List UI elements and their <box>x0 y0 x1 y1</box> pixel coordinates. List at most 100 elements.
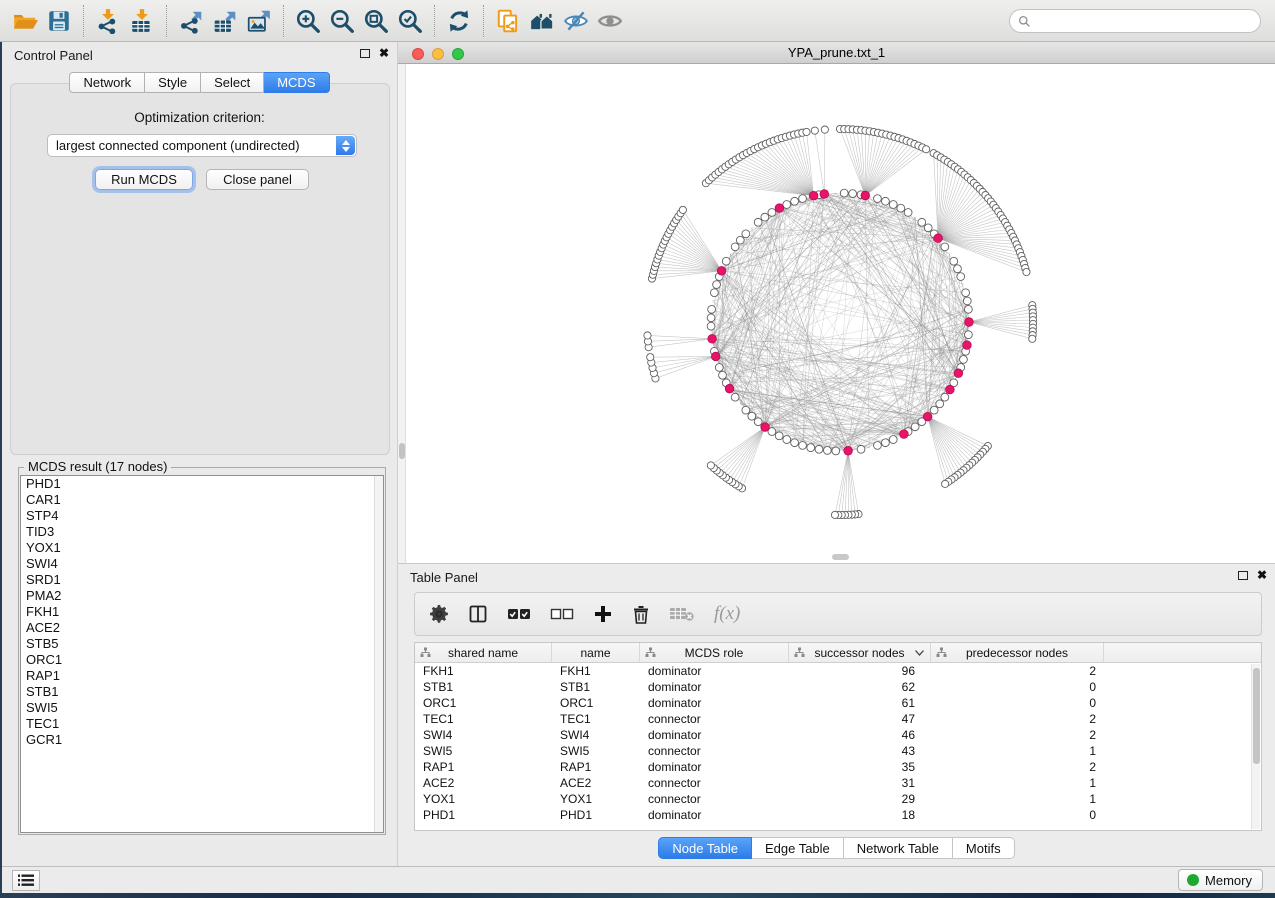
network-vertical-scroll-thumb[interactable] <box>399 443 405 459</box>
table-cell[interactable]: YOX1 <box>415 791 552 807</box>
table-cell[interactable]: PHD1 <box>552 807 640 823</box>
table-cell[interactable]: connector <box>640 791 789 807</box>
network-vertical-scrollbar[interactable] <box>398 64 406 563</box>
export-image-icon[interactable] <box>242 5 276 37</box>
export-network-icon[interactable] <box>174 5 208 37</box>
memory-button[interactable]: Memory <box>1178 869 1263 891</box>
tab-mcds[interactable]: MCDS <box>264 72 329 93</box>
table-cell[interactable]: dominator <box>640 663 789 679</box>
table-cell[interactable]: 43 <box>789 743 931 759</box>
table-cell[interactable]: RAP1 <box>415 759 552 775</box>
table-cell[interactable]: ORC1 <box>415 695 552 711</box>
table-cell[interactable]: dominator <box>640 695 789 711</box>
table-cell[interactable]: 1 <box>931 775 1104 791</box>
import-table-icon[interactable] <box>125 5 159 37</box>
table-vertical-scrollbar[interactable] <box>1251 664 1260 829</box>
table-cell[interactable]: YOX1 <box>552 791 640 807</box>
table-settings-icon[interactable] <box>429 599 449 629</box>
table-scroll-thumb[interactable] <box>1253 668 1260 764</box>
refresh-view-icon[interactable] <box>442 5 476 37</box>
task-history-button[interactable] <box>12 870 40 891</box>
table-cell[interactable]: ACE2 <box>552 775 640 791</box>
table-cell[interactable]: SWI4 <box>552 727 640 743</box>
table-cell[interactable]: FKH1 <box>415 663 552 679</box>
function-builder-icon[interactable]: f(x) <box>714 599 740 629</box>
tab-motifs[interactable]: Motifs <box>953 837 1015 859</box>
mcds-result-item[interactable]: ACE2 <box>21 620 383 636</box>
table-cell[interactable]: 2 <box>931 663 1104 679</box>
column-header-predecessor-nodes[interactable]: predecessor nodes <box>931 643 1104 662</box>
table-cell[interactable]: FKH1 <box>552 663 640 679</box>
tab-network[interactable]: Network <box>69 72 145 93</box>
tab-style[interactable]: Style <box>145 72 201 93</box>
mcds-result-item[interactable]: RAP1 <box>21 668 383 684</box>
mcds-result-item[interactable]: ORC1 <box>21 652 383 668</box>
select-all-icon[interactable] <box>507 599 531 629</box>
mcds-result-item[interactable]: SWI5 <box>21 700 383 716</box>
mcds-result-item[interactable]: GCR1 <box>21 732 383 748</box>
table-cell[interactable]: 62 <box>789 679 931 695</box>
table-row[interactable]: ACE2ACE2connector311 <box>415 775 1261 791</box>
table-cell[interactable]: TEC1 <box>552 711 640 727</box>
delete-table-icon[interactable] <box>669 599 695 629</box>
table-cell[interactable]: connector <box>640 743 789 759</box>
show-all-icon[interactable] <box>593 5 627 37</box>
show-columns-icon[interactable] <box>468 599 488 629</box>
float-panel-icon[interactable] <box>360 49 370 58</box>
search-field[interactable] <box>1009 9 1261 33</box>
table-row[interactable]: PHD1PHD1dominator180 <box>415 807 1261 823</box>
table-cell[interactable]: 0 <box>931 807 1104 823</box>
table-cell[interactable]: RAP1 <box>552 759 640 775</box>
table-cell[interactable]: 96 <box>789 663 931 679</box>
table-cell[interactable]: dominator <box>640 807 789 823</box>
close-panel-icon[interactable]: ✖ <box>379 48 389 58</box>
table-cell[interactable]: dominator <box>640 727 789 743</box>
table-cell[interactable]: connector <box>640 711 789 727</box>
zoom-fit-icon[interactable] <box>359 5 393 37</box>
mcds-result-item[interactable]: STB5 <box>21 636 383 652</box>
network-canvas[interactable] <box>398 64 1275 563</box>
table-cell[interactable]: 47 <box>789 711 931 727</box>
first-neighbors-icon[interactable] <box>525 5 559 37</box>
mcds-result-item[interactable]: TEC1 <box>21 716 383 732</box>
table-cell[interactable]: STB1 <box>415 679 552 695</box>
table-row[interactable]: STB1STB1dominator620 <box>415 679 1261 695</box>
table-cell[interactable]: 1 <box>931 791 1104 807</box>
save-session-icon[interactable] <box>42 5 76 37</box>
table-cell[interactable]: ORC1 <box>552 695 640 711</box>
mcds-list-scrollbar[interactable] <box>374 476 383 832</box>
table-row[interactable]: FKH1FKH1dominator962 <box>415 663 1261 679</box>
open-file-icon[interactable] <box>8 5 42 37</box>
import-network-icon[interactable] <box>91 5 125 37</box>
tab-select[interactable]: Select <box>201 72 264 93</box>
table-cell[interactable]: SWI5 <box>415 743 552 759</box>
table-row[interactable]: SWI5SWI5connector431 <box>415 743 1261 759</box>
table-row[interactable]: ORC1ORC1dominator610 <box>415 695 1261 711</box>
table-cell[interactable]: connector <box>640 775 789 791</box>
tab-network-table[interactable]: Network Table <box>844 837 953 859</box>
table-cell[interactable]: SWI5 <box>552 743 640 759</box>
mcds-result-item[interactable]: STP4 <box>21 508 383 524</box>
mcds-result-item[interactable]: FKH1 <box>21 604 383 620</box>
mcds-result-item[interactable]: SWI4 <box>21 556 383 572</box>
table-cell[interactable]: 35 <box>789 759 931 775</box>
close-panel-button[interactable]: Close panel <box>206 169 309 190</box>
table-cell[interactable]: dominator <box>640 759 789 775</box>
table-row[interactable]: SWI4SWI4dominator462 <box>415 727 1261 743</box>
node-table[interactable]: shared namenameMCDS rolesuccessor nodesp… <box>414 642 1262 831</box>
table-cell[interactable]: 0 <box>931 679 1104 695</box>
table-cell[interactable]: 1 <box>931 743 1104 759</box>
zoom-selected-icon[interactable] <box>393 5 427 37</box>
hide-selected-icon[interactable] <box>559 5 593 37</box>
tab-edge-table[interactable]: Edge Table <box>752 837 844 859</box>
table-cell[interactable]: PHD1 <box>415 807 552 823</box>
close-table-panel-icon[interactable]: ✖ <box>1257 570 1267 580</box>
column-header-successor-nodes[interactable]: successor nodes <box>789 643 931 662</box>
mcds-result-item[interactable]: TID3 <box>21 524 383 540</box>
table-cell[interactable]: 46 <box>789 727 931 743</box>
table-cell[interactable]: 18 <box>789 807 931 823</box>
network-horizontal-scroll-thumb[interactable] <box>832 554 849 560</box>
column-header-MCDS-role[interactable]: MCDS role <box>640 643 789 662</box>
mcds-result-item[interactable]: PHD1 <box>21 476 383 492</box>
run-mcds-button[interactable]: Run MCDS <box>95 169 193 190</box>
